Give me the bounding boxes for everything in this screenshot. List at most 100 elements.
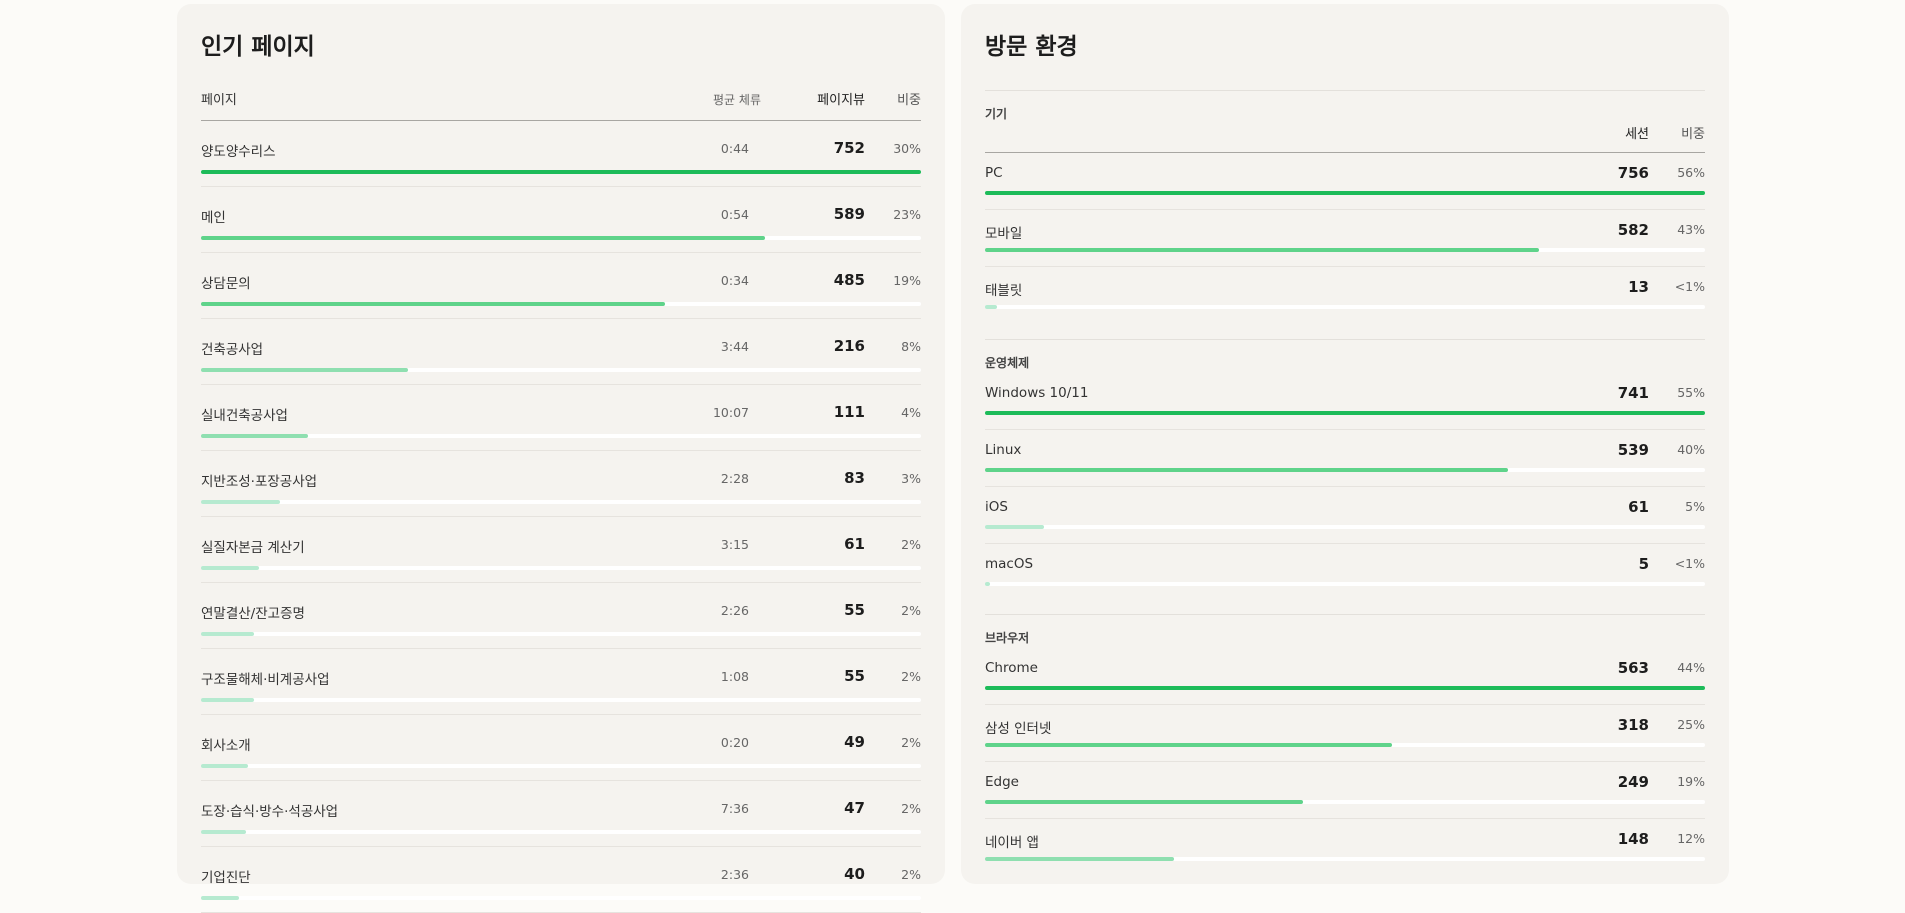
popular-page-row: 연말결산/잔고증명 2:26 55 2% xyxy=(201,583,921,649)
share-bar-track xyxy=(985,305,1705,309)
os-name: macOS xyxy=(985,556,1034,572)
share-bar-fill xyxy=(985,686,1705,690)
avg-stay: 0:34 xyxy=(720,273,749,288)
share-bar-fill xyxy=(201,764,248,768)
share-bar-fill xyxy=(985,857,1175,861)
share-bar-fill xyxy=(985,305,998,309)
share: <1% xyxy=(1674,556,1705,571)
share-bar-fill xyxy=(201,236,765,240)
sessions: 539 xyxy=(1617,441,1649,459)
share-bar-fill xyxy=(985,743,1392,747)
page-name: 건축공사업 xyxy=(201,342,264,358)
browser-row: Chrome 563 44% xyxy=(985,648,1705,705)
popular-pages-title: 인기 페이지 xyxy=(201,34,315,60)
device-row: PC 756 56% xyxy=(985,153,1705,210)
pageviews: 589 xyxy=(833,205,865,223)
header-page: 페이지 xyxy=(201,93,237,108)
page-name: 회사소개 xyxy=(201,738,251,754)
share-bar-track xyxy=(985,468,1705,472)
os-section-label: 운영체제 xyxy=(985,356,1030,370)
pageviews: 485 xyxy=(833,271,865,289)
device-name: 태블릿 xyxy=(985,283,1023,299)
share-bar-fill xyxy=(985,468,1509,472)
share-bar-fill xyxy=(985,525,1045,529)
browser-name: 삼성 인터넷 xyxy=(985,721,1052,737)
share-bar-fill xyxy=(201,170,921,174)
share-bar-track xyxy=(201,302,921,306)
os-name: Windows 10/11 xyxy=(985,385,1089,401)
share-bar-track xyxy=(985,525,1705,529)
share: 55% xyxy=(1677,385,1705,400)
avg-stay: 2:28 xyxy=(720,471,749,486)
share: 19% xyxy=(893,273,921,288)
sessions: 563 xyxy=(1617,659,1649,677)
pageviews: 61 xyxy=(844,535,865,553)
popular-pages-header: 페이지 평균 체류 페이지뷰 비중 xyxy=(201,72,921,121)
sessions: 13 xyxy=(1628,278,1649,296)
browser-row: 삼성 인터넷 318 25% xyxy=(985,705,1705,762)
share-bar-track xyxy=(985,248,1705,252)
sessions: 741 xyxy=(1617,384,1649,402)
share-bar-track xyxy=(985,743,1705,747)
device-header: 세션 비중 xyxy=(985,122,1705,153)
share: 3% xyxy=(901,471,921,486)
share-bar-track xyxy=(201,764,921,768)
pageviews: 49 xyxy=(844,733,865,751)
header-share: 비중 xyxy=(897,93,921,108)
share: 2% xyxy=(901,801,921,816)
share-bar-track xyxy=(201,632,921,636)
os-row: macOS 5 <1% xyxy=(985,544,1705,600)
sessions: 582 xyxy=(1617,221,1649,239)
avg-stay: 0:20 xyxy=(720,735,749,750)
pageviews: 47 xyxy=(844,799,865,817)
share: 5% xyxy=(1685,499,1705,514)
pageviews: 55 xyxy=(844,601,865,619)
popular-page-row: 실내건축공사업 10:07 111 4% xyxy=(201,385,921,451)
page-name: 도장·습식·방수·석공사업 xyxy=(201,804,339,820)
header-sessions: 세션 xyxy=(1625,127,1649,142)
share-bar-track xyxy=(201,236,921,240)
avg-stay: 7:36 xyxy=(720,801,749,816)
share: 4% xyxy=(901,405,921,420)
popular-page-row: 도장·습식·방수·석공사업 7:36 47 2% xyxy=(201,781,921,847)
share: 2% xyxy=(901,867,921,882)
popular-pages-list: 양도양수리스 0:44 752 30% 메인 0:54 589 23% 상담문의 0:34 485 1… xyxy=(201,121,921,913)
share-bar-fill xyxy=(985,248,1540,252)
os-row: Windows 10/11 741 55% xyxy=(985,373,1705,430)
sessions: 5 xyxy=(1638,555,1649,573)
sessions: 249 xyxy=(1617,773,1649,791)
device-name: 모바일 xyxy=(985,226,1023,242)
pageviews: 752 xyxy=(833,139,865,157)
share-bar-fill xyxy=(985,411,1705,415)
share-bar-track xyxy=(985,857,1705,861)
device-name: PC xyxy=(985,165,1003,181)
share: 19% xyxy=(1677,774,1705,789)
share: 2% xyxy=(901,537,921,552)
share-bar-track xyxy=(201,368,921,372)
os-row: Linux 539 40% xyxy=(985,430,1705,487)
share-bar-track xyxy=(201,434,921,438)
page-name: 양도양수리스 xyxy=(201,144,276,160)
browser-list: Chrome 563 44% 삼성 인터넷 318 25% Edge 249 19% 네이버 앱 1… xyxy=(985,648,1705,875)
share: 2% xyxy=(901,603,921,618)
os-section: 운영체제 Windows 10/11 741 55% Linux 539 40% iOS 61… xyxy=(985,339,1705,600)
sessions: 148 xyxy=(1617,830,1649,848)
share-bar-fill xyxy=(985,582,991,586)
share: 56% xyxy=(1677,165,1705,180)
device-row: 태블릿 13 <1% xyxy=(985,267,1705,323)
avg-stay: 10:07 xyxy=(712,405,749,420)
share-bar-fill xyxy=(201,896,240,900)
avg-stay: 2:26 xyxy=(720,603,749,618)
share-bar-track xyxy=(985,582,1705,586)
popular-page-row: 건축공사업 3:44 216 8% xyxy=(201,319,921,385)
page-name: 연말결산/잔고증명 xyxy=(201,606,305,622)
popular-page-row: 양도양수리스 0:44 752 30% xyxy=(201,121,921,187)
pageviews: 55 xyxy=(844,667,865,685)
page-name: 구조물해체·비계공사업 xyxy=(201,672,330,688)
browser-section-label: 브라우저 xyxy=(985,631,1030,645)
share-bar-fill xyxy=(201,368,408,372)
sessions: 61 xyxy=(1628,498,1649,516)
share-bar-track xyxy=(985,800,1705,804)
share: 43% xyxy=(1677,222,1705,237)
popular-page-row: 회사소개 0:20 49 2% xyxy=(201,715,921,781)
